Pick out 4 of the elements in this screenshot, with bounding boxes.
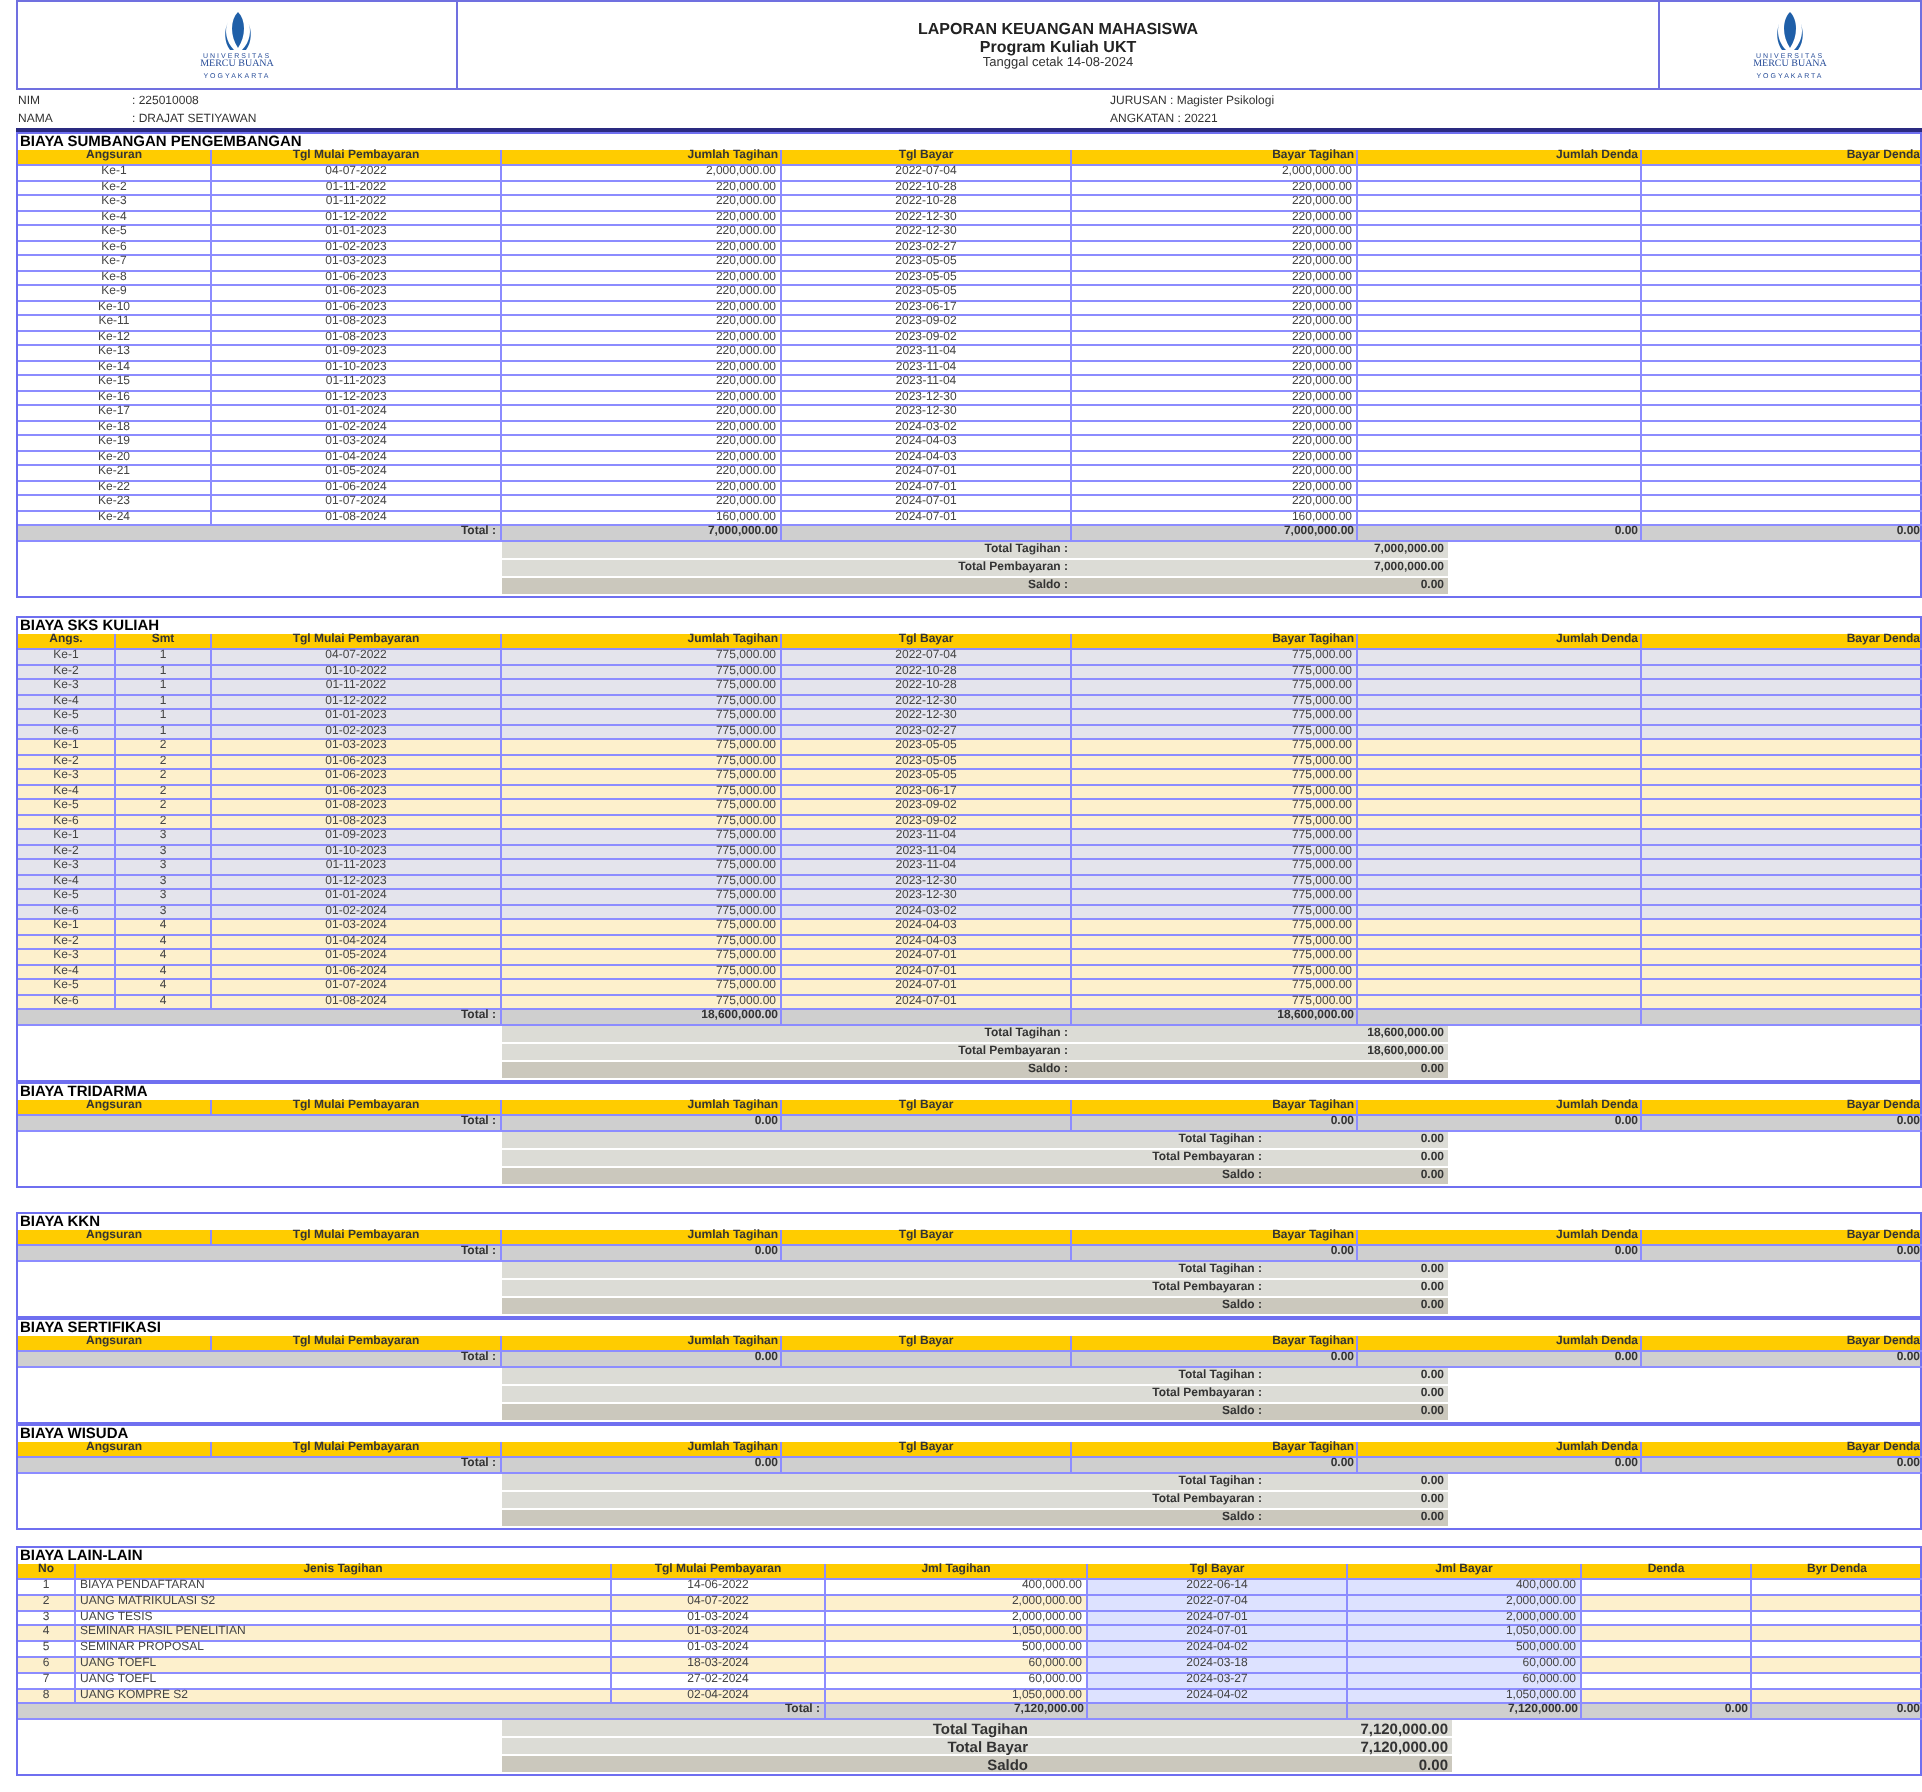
report-title: LAPORAN KEUANGAN MAHASISWA [918,20,1198,38]
report-subtitle: Program Kuliah UKT [979,38,1137,56]
university-logo-icon [223,11,251,51]
university-logo-icon [1776,11,1804,51]
